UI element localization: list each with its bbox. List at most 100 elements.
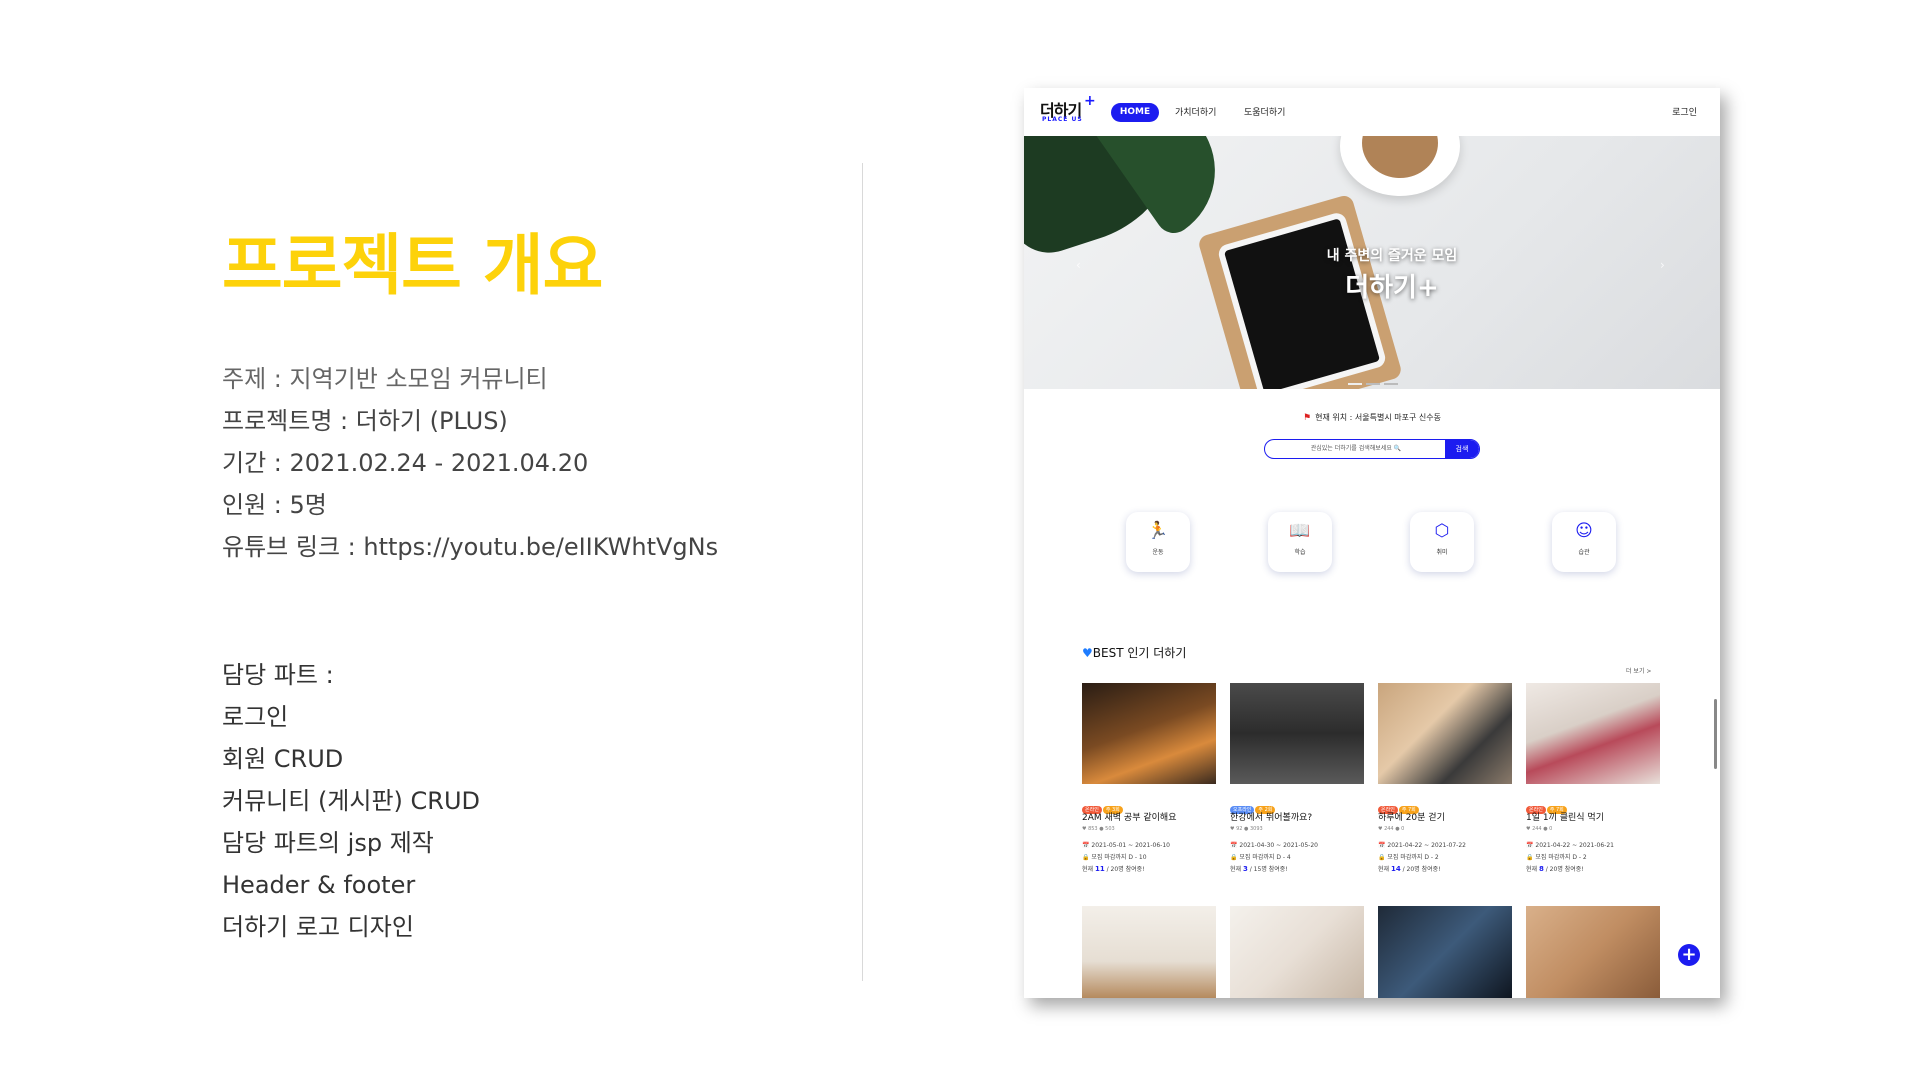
participant-count: 3 [1242, 865, 1248, 873]
project-info: 주제 : 지역기반 소모임 커뮤니티 프로젝트명 : 더하기 (PLUS) 기간… [222, 358, 718, 568]
info-members: 인원 : 5명 [222, 491, 327, 519]
card-participants: 현재 14 / 20명 참여중! [1378, 865, 1441, 873]
card-image[interactable] [1082, 906, 1216, 998]
card-stats: ♥ 92 ● 3093 [1230, 826, 1263, 832]
slide-title: 프로젝트 개요 [222, 227, 603, 304]
card-badges: 온라인 주 7회 [1526, 796, 1660, 814]
card-stats: ♥ 244 ● 0 [1526, 826, 1553, 832]
logo-plus-icon: + [1084, 93, 1096, 109]
next-arrow-icon[interactable]: › [1660, 258, 1665, 272]
category-label: 운동 [1152, 549, 1164, 556]
part-item: 담당 파트의 jsp 제작 [222, 829, 434, 857]
location-text: 현재 위치 : 서울특별시 마포구 신수동 [1315, 413, 1441, 422]
part-item: 커뮤니티 (게시판) CRUD [222, 787, 481, 815]
participant-total: / 20명 참여중! [1402, 866, 1441, 873]
info-topic: 주제 : 지역기반 소모임 커뮤니티 [222, 365, 548, 393]
category-label: 취미 [1436, 549, 1448, 556]
participant-total: / 20명 참여중! [1106, 866, 1145, 873]
card-image [1378, 683, 1512, 784]
card-title: 한강에서 뛰어볼까요? [1230, 813, 1313, 823]
book-icon: 📖 [1289, 521, 1311, 541]
category-exercise[interactable]: 🏃 운동 [1126, 512, 1190, 572]
card-title: 하루에 20분 걷기 [1378, 813, 1445, 823]
card-image[interactable] [1378, 906, 1512, 998]
card-image[interactable] [1526, 906, 1660, 998]
card-badges: 온라인 주 3회 [1082, 796, 1216, 814]
carousel-dot[interactable] [1348, 383, 1362, 385]
heart-icon: ♥ [1082, 646, 1093, 660]
nav-help-plus[interactable]: 도움더하기 [1244, 105, 1285, 118]
nav-value-plus[interactable]: 가치더하기 [1175, 105, 1216, 118]
info-youtube-link: 유튜브 링크 : https://youtu.be/eIIKWhtVgNs [222, 533, 719, 561]
card-stats: ♥ 244 ● 0 [1378, 826, 1405, 832]
participant-count: 14 [1390, 865, 1401, 873]
card-period: 📅 2021-04-30 ~ 2021-05-20 [1230, 842, 1318, 849]
group-card[interactable]: 오프라인 주 2회 한강에서 뛰어볼까요? ♥ 92 ● 3093 📅 2021-… [1230, 683, 1364, 873]
add-button[interactable]: + [1678, 944, 1700, 966]
card-deadline: 🔒 모집 마감까지 D - 2 [1526, 854, 1587, 861]
card-participants: 현재 8 / 20명 참여중! [1526, 865, 1584, 873]
card-deadline: 🔒 모집 마감까지 D - 2 [1378, 854, 1439, 861]
search-input[interactable]: 관심있는 더하기를 검색해보세요 🔍 [1265, 440, 1447, 457]
best-section-title: ♥BEST 인기 더하기 [1082, 644, 1186, 661]
category-hobby[interactable]: ⬡ 취미 [1410, 512, 1474, 572]
card-period: 📅 2021-05-01 ~ 2021-06-10 [1082, 842, 1170, 849]
part-header: 담당 파트 : [222, 661, 334, 689]
card-period: 📅 2021-04-22 ~ 2021-06-21 [1526, 842, 1614, 849]
group-card[interactable]: 온라인 주 7회 1일 1끼 클린식 먹기 ♥ 244 ● 0 📅 2021-04… [1526, 683, 1660, 873]
part-item: Header & footer [222, 871, 416, 899]
card-image [1082, 683, 1216, 784]
category-habit[interactable]: ☺ 습관 [1552, 512, 1616, 572]
card-participants: 현재 3 / 15명 참여중! [1230, 865, 1288, 873]
card-image[interactable] [1230, 906, 1364, 998]
part-item: 회원 CRUD [222, 745, 344, 773]
search-button[interactable]: 검색 [1445, 440, 1479, 458]
login-link[interactable]: 로그인 [1672, 105, 1697, 118]
hero-banner: 내 주변의 즐거운 모임 더하기+ ‹ › [1024, 136, 1720, 389]
logo-subtext: PLACE US [1042, 116, 1083, 123]
slide: 프로젝트 개요 주제 : 지역기반 소모임 커뮤니티 프로젝트명 : 더하기 (… [0, 0, 1920, 1080]
hero-subtitle: 내 주변의 즐거운 모임 [1326, 248, 1458, 264]
card-deadline: 🔒 모집 마감까지 D - 4 [1230, 854, 1291, 861]
category-label: 학습 [1294, 549, 1306, 556]
participant-count: 8 [1538, 865, 1544, 873]
info-period: 기간 : 2021.02.24 - 2021.04.20 [222, 449, 589, 477]
participant-total: / 15명 참여중! [1249, 866, 1288, 873]
card-period: 📅 2021-04-22 ~ 2021-07-22 [1378, 842, 1466, 849]
part-item: 로그인 [222, 703, 289, 731]
website-screenshot: 더하기 + PLACE US HOME 가치더하기 도움더하기 로그인 내 주변… [1024, 88, 1720, 998]
participant-count: 11 [1094, 865, 1105, 873]
card-deadline: 🔒 모집 마감까지 D - 10 [1082, 854, 1147, 861]
best-title-text: BEST 인기 더하기 [1092, 646, 1187, 660]
carousel-dot[interactable] [1366, 383, 1380, 385]
nav-home[interactable]: HOME [1111, 103, 1159, 122]
card-badges: 온라인 주 7회 [1378, 796, 1512, 814]
flag-icon: ⚑ [1303, 413, 1312, 423]
card-title: 2AM 새벽 공부 같이해요 [1082, 813, 1177, 823]
current-location: ⚑ 현재 위치 : 서울특별시 마포구 신수동 [1024, 412, 1720, 423]
group-card[interactable]: 온라인 주 7회 하루에 20분 걷기 ♥ 244 ● 0 📅 2021-04-2… [1378, 683, 1512, 873]
carousel-dot[interactable] [1384, 383, 1398, 385]
site-navbar: 더하기 + PLACE US HOME 가치더하기 도움더하기 로그인 [1024, 88, 1720, 136]
group-card[interactable]: 온라인 주 3회 2AM 새벽 공부 같이해요 ♥ 853 ● 503 📅 202… [1082, 683, 1216, 873]
category-label: 습관 [1578, 549, 1590, 556]
card-image [1230, 683, 1364, 784]
card-stats: ♥ 853 ● 503 [1082, 826, 1115, 832]
category-study[interactable]: 📖 학습 [1268, 512, 1332, 572]
more-link[interactable]: 더 보기 > [1626, 666, 1651, 675]
card-title: 1일 1끼 클린식 먹기 [1526, 813, 1604, 823]
part-list: 담당 파트 : 로그인 회원 CRUD 커뮤니티 (게시판) CRUD 담당 파… [222, 654, 480, 948]
vertical-divider [862, 163, 863, 981]
carousel-indicators [1348, 370, 1402, 389]
cubes-icon: ⬡ [1434, 521, 1450, 541]
prev-arrow-icon[interactable]: ‹ [1076, 258, 1081, 272]
card-badges: 오프라인 주 2회 [1230, 796, 1364, 814]
part-item: 더하기 로고 디자인 [222, 913, 414, 941]
card-participants: 현재 11 / 20명 참여중! [1082, 865, 1145, 873]
site-logo[interactable]: 더하기 + PLACE US [1040, 93, 1098, 127]
info-project-name: 프로젝트명 : 더하기 (PLUS) [222, 407, 508, 435]
smile-icon: ☺ [1575, 521, 1593, 541]
search-bar: 관심있는 더하기를 검색해보세요 🔍 검색 [1264, 439, 1480, 459]
scrollbar[interactable] [1714, 699, 1717, 769]
running-icon: 🏃 [1147, 521, 1169, 541]
